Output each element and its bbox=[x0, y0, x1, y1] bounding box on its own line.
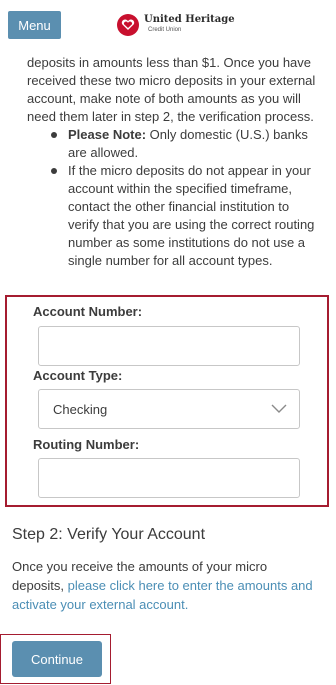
instructions: deposits in amounts less than $1. Once y… bbox=[27, 54, 317, 270]
account-type-label: Account Type: bbox=[33, 368, 123, 383]
logo-subtitle: Credit Union bbox=[148, 27, 182, 33]
header: Menu United Heritage Credit Union bbox=[0, 0, 336, 44]
account-number-label: Account Number: bbox=[33, 304, 143, 319]
notes-list: Please Note: Only domestic (U.S.) banks … bbox=[27, 126, 317, 270]
note-label: Please Note: bbox=[68, 127, 147, 142]
continue-button[interactable]: Continue bbox=[12, 641, 102, 677]
routing-number-input[interactable] bbox=[38, 458, 300, 498]
heart-logo-icon bbox=[117, 14, 139, 36]
logo[interactable]: United Heritage Credit Union bbox=[117, 14, 235, 36]
instructions-paragraph: deposits in amounts less than $1. Once y… bbox=[27, 55, 316, 124]
note-text: If the micro deposits do not appear in y… bbox=[68, 163, 315, 268]
chevron-down-icon bbox=[271, 402, 287, 417]
step2-text: Once you receive the amounts of your mic… bbox=[12, 557, 322, 614]
step2-title: Step 2: Verify Your Account bbox=[12, 526, 206, 543]
account-type-select[interactable]: Checking bbox=[38, 389, 300, 429]
list-item: Please Note: Only domestic (U.S.) banks … bbox=[51, 126, 317, 162]
account-type-value: Checking bbox=[53, 401, 108, 417]
account-number-input[interactable] bbox=[38, 326, 300, 366]
list-item: If the micro deposits do not appear in y… bbox=[51, 162, 317, 270]
logo-name: United Heritage bbox=[144, 14, 235, 25]
routing-number-label: Routing Number: bbox=[33, 437, 140, 452]
menu-button[interactable]: Menu bbox=[8, 11, 61, 39]
